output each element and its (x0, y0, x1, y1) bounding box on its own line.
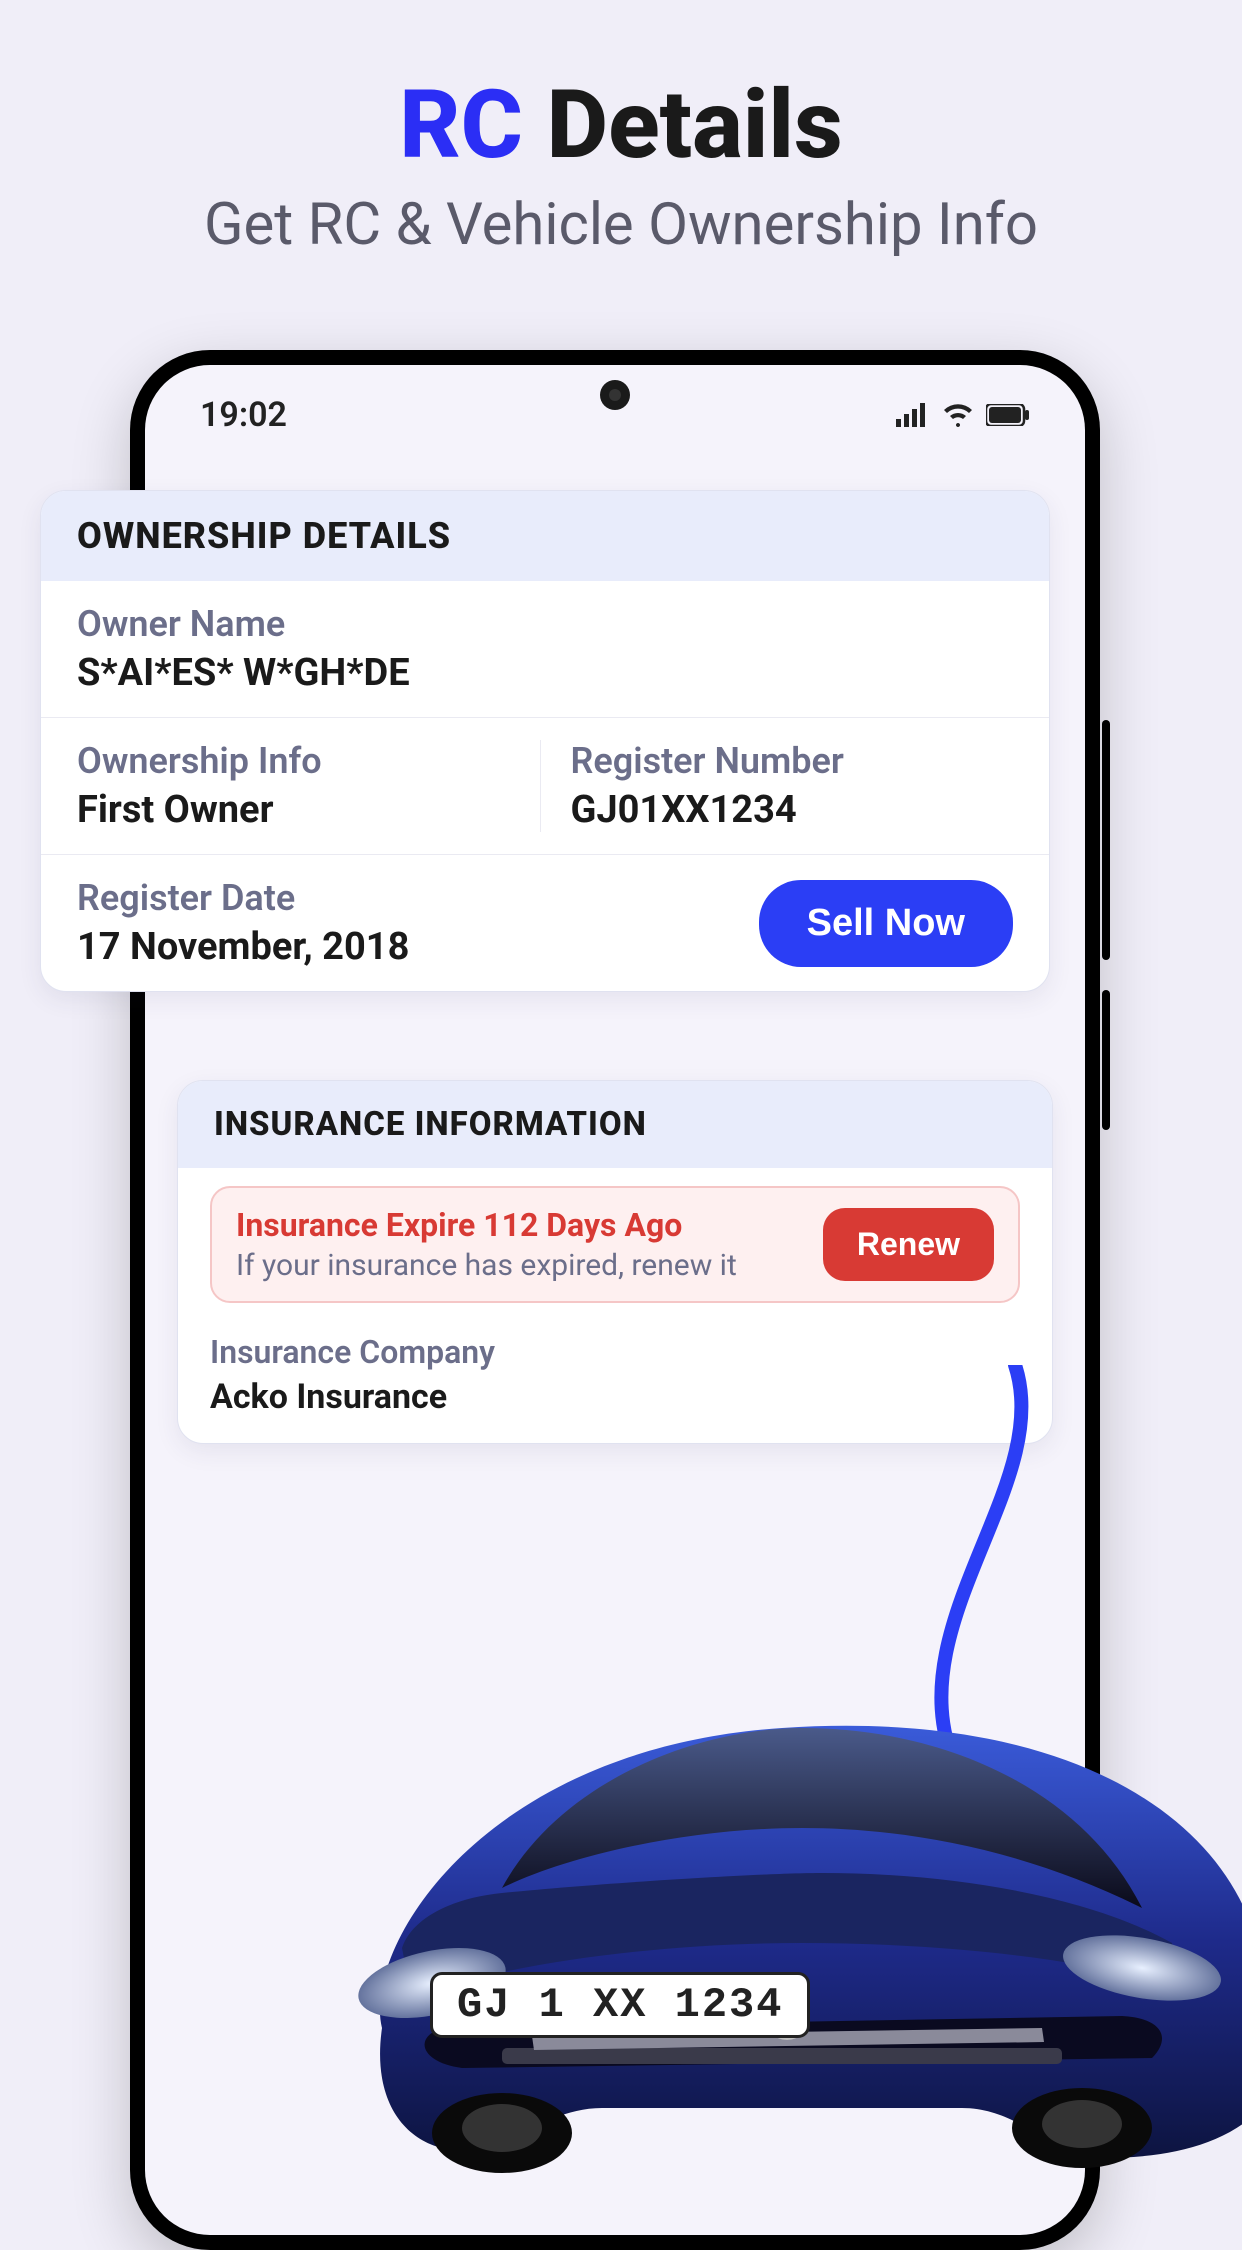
register-number-cell: Register Number GJ01XX1234 (540, 740, 1014, 832)
title-rest: Details (523, 70, 843, 181)
license-plate: GJ 1 XX 1234 (430, 1972, 810, 2038)
owner-name-value: S*AI*ES* W*GH*DE (77, 651, 1013, 695)
insurance-company-label: Insurance Company (210, 1333, 1020, 1371)
title-accent: RC (399, 70, 523, 181)
register-number-label: Register Number (571, 740, 1014, 782)
page-subtitle: Get RC & Vehicle Ownership Info (0, 191, 1242, 259)
phone-camera-icon (600, 380, 630, 410)
alert-text: Insurance Expire 112 Days Ago If your in… (236, 1206, 737, 1283)
register-date-label: Register Date (77, 877, 409, 919)
register-date-cell: Register Date 17 November, 2018 (77, 877, 409, 969)
wifi-icon (942, 403, 974, 427)
phone-side-button-icon (1102, 990, 1110, 1130)
sell-now-button[interactable]: Sell Now (759, 880, 1013, 967)
insurance-company-value: Acko Insurance (210, 1377, 1020, 1417)
phone-side-button-icon (1102, 720, 1110, 960)
ownership-header: OWNERSHIP DETAILS (41, 491, 1049, 581)
battery-icon (986, 404, 1030, 426)
ownership-card: OWNERSHIP DETAILS Owner Name S*AI*ES* W*… (40, 490, 1050, 992)
status-time: 19:02 (200, 395, 287, 435)
insurance-card: INSURANCE INFORMATION Insurance Expire 1… (177, 1080, 1053, 1444)
car-image-icon (302, 1648, 1242, 2178)
owner-name-row: Owner Name S*AI*ES* W*GH*DE (41, 581, 1049, 718)
ownership-info-label: Ownership Info (77, 740, 520, 782)
insurance-header: INSURANCE INFORMATION (178, 1081, 1052, 1168)
register-number-value: GJ01XX1234 (571, 788, 1014, 832)
page-title: RC Details (0, 0, 1242, 181)
status-icons (896, 403, 1030, 427)
insurance-company-row: Insurance Company Acko Insurance (178, 1321, 1052, 1443)
renew-button[interactable]: Renew (823, 1208, 994, 1281)
status-bar: 19:02 (145, 365, 1085, 455)
owner-name-label: Owner Name (77, 603, 1013, 645)
ownership-info-cell: Ownership Info First Owner (77, 740, 540, 832)
register-date-row: Register Date 17 November, 2018 Sell Now (41, 855, 1049, 991)
ownership-info-value: First Owner (77, 788, 520, 832)
alert-subtitle: If your insurance has expired, renew it (236, 1248, 737, 1283)
alert-title: Insurance Expire 112 Days Ago (236, 1206, 737, 1244)
ownership-split-row: Ownership Info First Owner Register Numb… (41, 718, 1049, 855)
cell-signal-icon (896, 403, 930, 427)
insurance-alert: Insurance Expire 112 Days Ago If your in… (210, 1186, 1020, 1303)
register-date-value: 17 November, 2018 (77, 925, 409, 969)
